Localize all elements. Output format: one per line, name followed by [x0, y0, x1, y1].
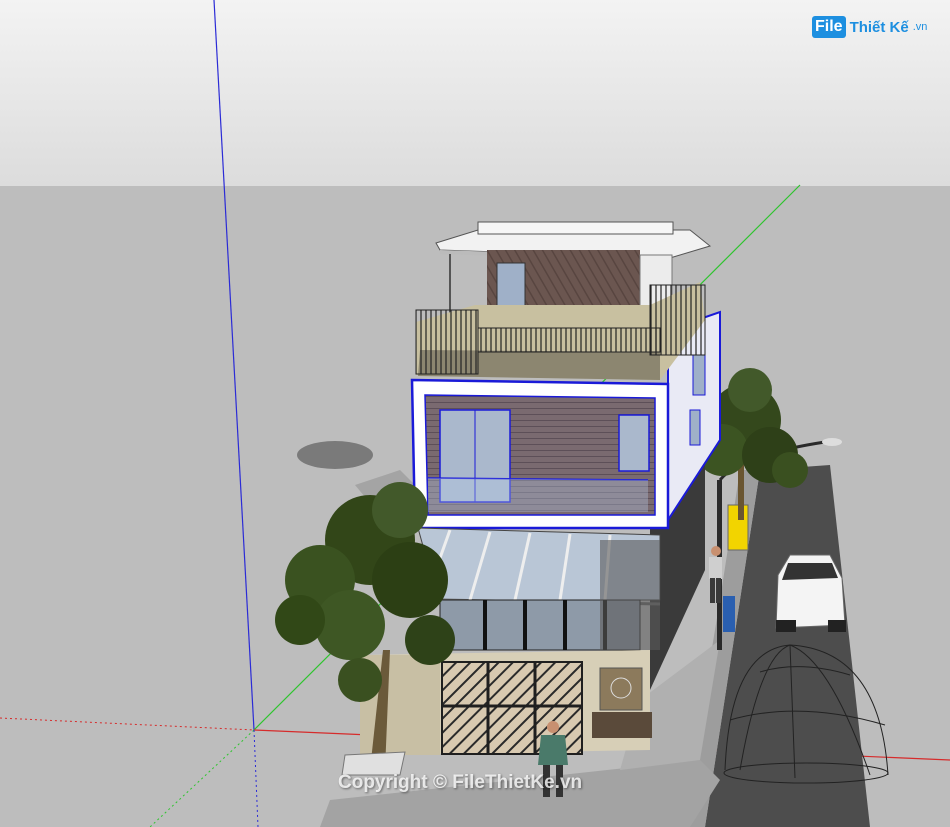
trash-bin [723, 596, 735, 632]
logo-suffix: .vn [912, 21, 928, 33]
ground-floor [360, 650, 652, 755]
copyright-watermark: Copyright © FileThietKe.vn [338, 772, 583, 793]
brand-logo[interactable]: File Thiết Kế .vn [812, 12, 927, 42]
upper-floor-box[interactable] [410, 378, 670, 530]
logo-box: File [812, 16, 846, 38]
house-number-plate [599, 667, 643, 711]
middle-floor-glass [417, 527, 661, 651]
planter [592, 712, 652, 738]
model-scene[interactable] [0, 0, 950, 827]
car [775, 554, 846, 632]
shadow [297, 441, 373, 469]
side-window [689, 409, 701, 446]
sketchup-viewport[interactable]: File Thiết Kế .vn Copyright © FileThietK… [0, 0, 950, 827]
sky [0, 0, 950, 186]
logo-text: Thiết Kế [849, 18, 909, 36]
side-window [692, 354, 706, 396]
